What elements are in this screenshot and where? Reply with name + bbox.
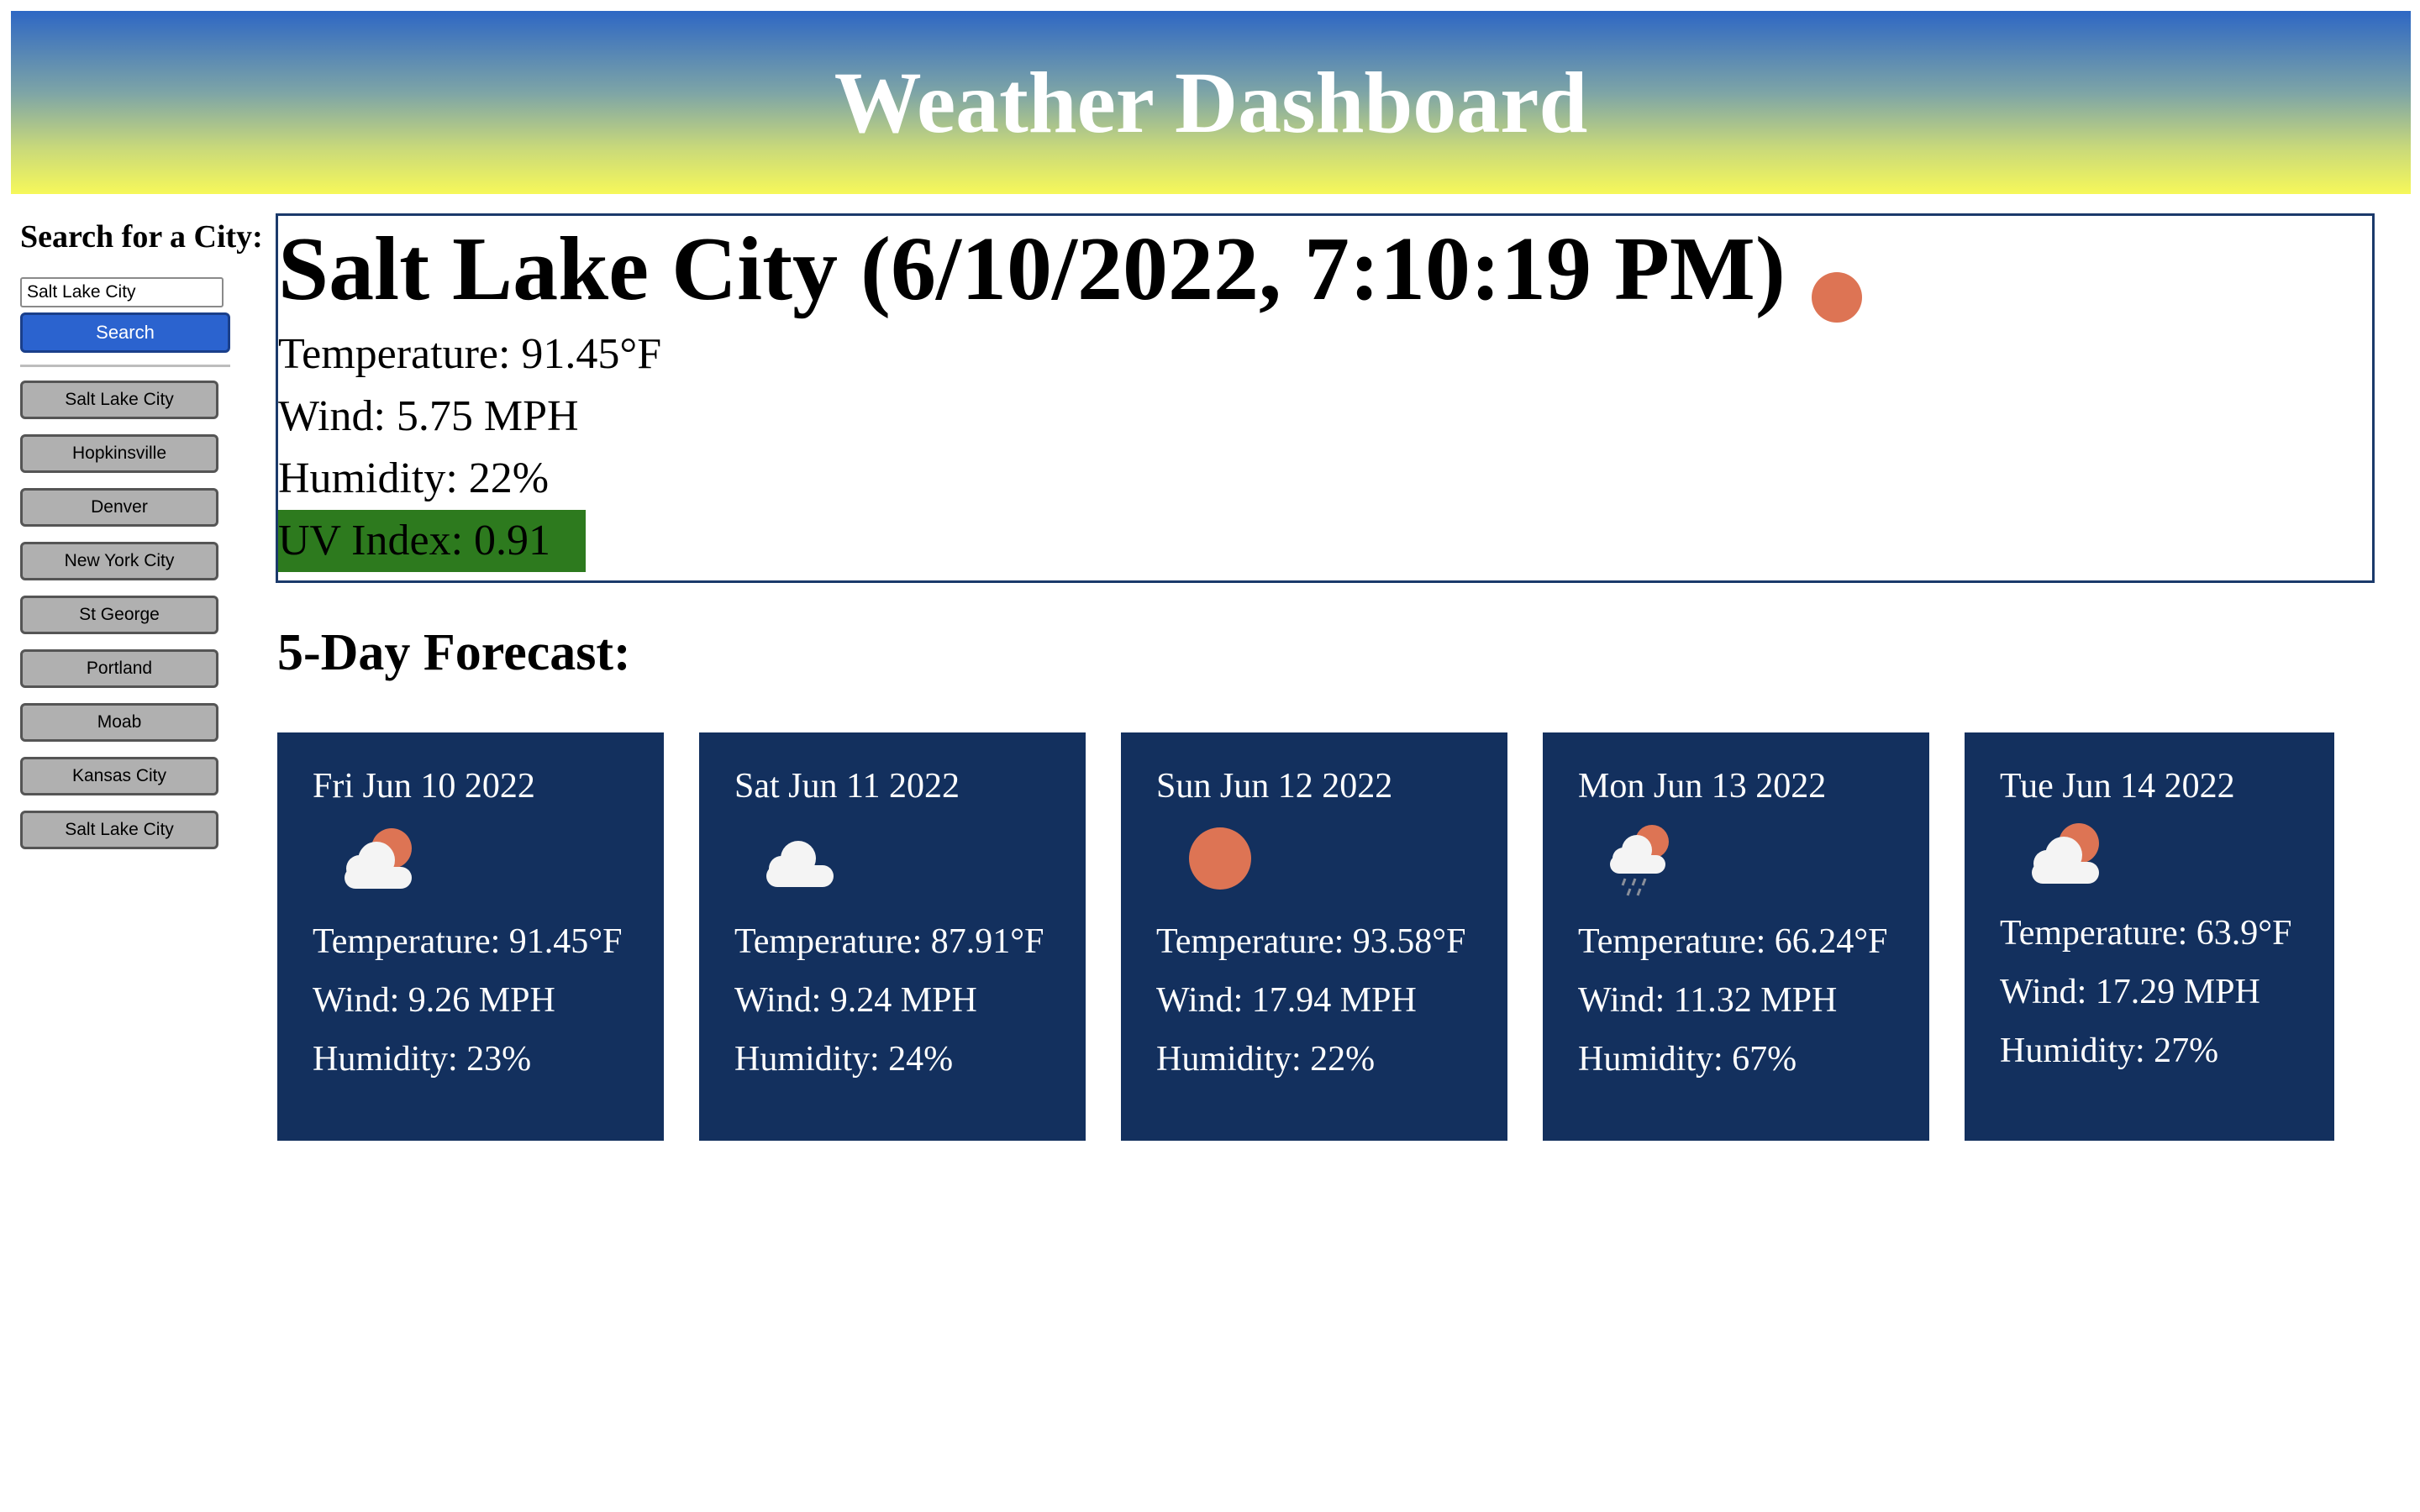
current-wind: Wind: 5.75 MPH: [278, 392, 579, 440]
history-button[interactable]: Salt Lake City: [20, 811, 218, 849]
history-button[interactable]: St George: [20, 596, 218, 634]
forecast-card: Sun Jun 12 2022 Temperature: 93.58°F Win…: [1121, 732, 1507, 1141]
forecast-humidity: Humidity: 24%: [734, 1040, 954, 1079]
forecast-card: Sat Jun 11 2022 Temperature: 87.91°F Win…: [699, 732, 1086, 1141]
forecast-humidity: Humidity: 22%: [1156, 1040, 1376, 1079]
history-button[interactable]: Hopkinsville: [20, 434, 218, 473]
forecast-temperature: Temperature: 66.24°F: [1578, 922, 1888, 961]
forecast-wind: Wind: 17.94 MPH: [1156, 981, 1417, 1020]
page-title: Weather Dashboard: [834, 54, 1588, 151]
forecast-title: 5-Day Forecast:: [277, 624, 631, 681]
forecast-card: Tue Jun 14 2022 Temperature: 63.9°F Wind…: [1965, 732, 2334, 1141]
forecast-humidity: Humidity: 23%: [313, 1040, 532, 1079]
current-weather-panel: Salt Lake City (6/10/2022, 7:10:19 PM) T…: [276, 213, 2375, 583]
partly-cloudy-icon: [329, 816, 664, 900]
sun-icon: [1173, 816, 1507, 900]
forecast-wind: Wind: 17.29 MPH: [2000, 973, 2260, 1011]
forecast-temperature: Temperature: 87.91°F: [734, 922, 1044, 961]
forecast-date: Tue Jun 14 2022: [2000, 767, 2235, 806]
header-banner: Weather Dashboard: [11, 11, 2411, 194]
divider: [20, 365, 230, 367]
current-humidity: Humidity: 22%: [278, 454, 550, 502]
history-button[interactable]: Moab: [20, 703, 218, 742]
forecast-card: Fri Jun 10 2022 Temperature: 91.45°F Win…: [277, 732, 664, 1141]
search-input[interactable]: [20, 277, 224, 307]
forecast-card: Mon Jun 13 2022 Temperature: 66.24°F Win…: [1543, 732, 1929, 1141]
search-history: Salt Lake City Hopkinsville Denver New Y…: [20, 381, 272, 849]
forecast-temperature: Temperature: 63.9°F: [2000, 914, 2292, 953]
forecast-wind: Wind: 11.32 MPH: [1578, 981, 1838, 1020]
forecast-humidity: Humidity: 67%: [1578, 1040, 1797, 1079]
sun-icon: [1811, 271, 1863, 328]
history-button[interactable]: Portland: [20, 649, 218, 688]
cloud-icon: [751, 816, 1086, 900]
forecast-date: Fri Jun 10 2022: [313, 767, 535, 806]
current-city-title: Salt Lake City (6/10/2022, 7:10:19 PM): [278, 219, 1786, 319]
forecast-temperature: Temperature: 93.58°F: [1156, 922, 1466, 961]
history-button[interactable]: New York City: [20, 542, 218, 580]
history-button[interactable]: Kansas City: [20, 757, 218, 795]
rain-sun-icon: [1595, 816, 1929, 900]
history-button[interactable]: Denver: [20, 488, 218, 527]
forecast-wind: Wind: 9.26 MPH: [313, 981, 555, 1020]
search-label: Search for a City:: [20, 219, 263, 255]
sidebar: Search for a City: Search Salt Lake City…: [20, 218, 272, 849]
forecast-date: Sun Jun 12 2022: [1156, 767, 1393, 806]
forecast-wind: Wind: 9.24 MPH: [734, 981, 977, 1020]
search-button[interactable]: Search: [20, 312, 230, 353]
forecast-temperature: Temperature: 91.45°F: [313, 922, 623, 961]
forecast-date: Mon Jun 13 2022: [1578, 767, 1827, 806]
history-button[interactable]: Salt Lake City: [20, 381, 218, 419]
forecast-cards: Fri Jun 10 2022 Temperature: 91.45°F Win…: [277, 732, 2334, 1141]
partly-cloudy-icon: [2017, 816, 2334, 892]
current-temperature: Temperature: 91.45°F: [278, 330, 662, 378]
uv-index-badge: UV Index: 0.91: [278, 510, 587, 572]
forecast-date: Sat Jun 11 2022: [734, 767, 960, 806]
forecast-humidity: Humidity: 27%: [2000, 1032, 2219, 1070]
